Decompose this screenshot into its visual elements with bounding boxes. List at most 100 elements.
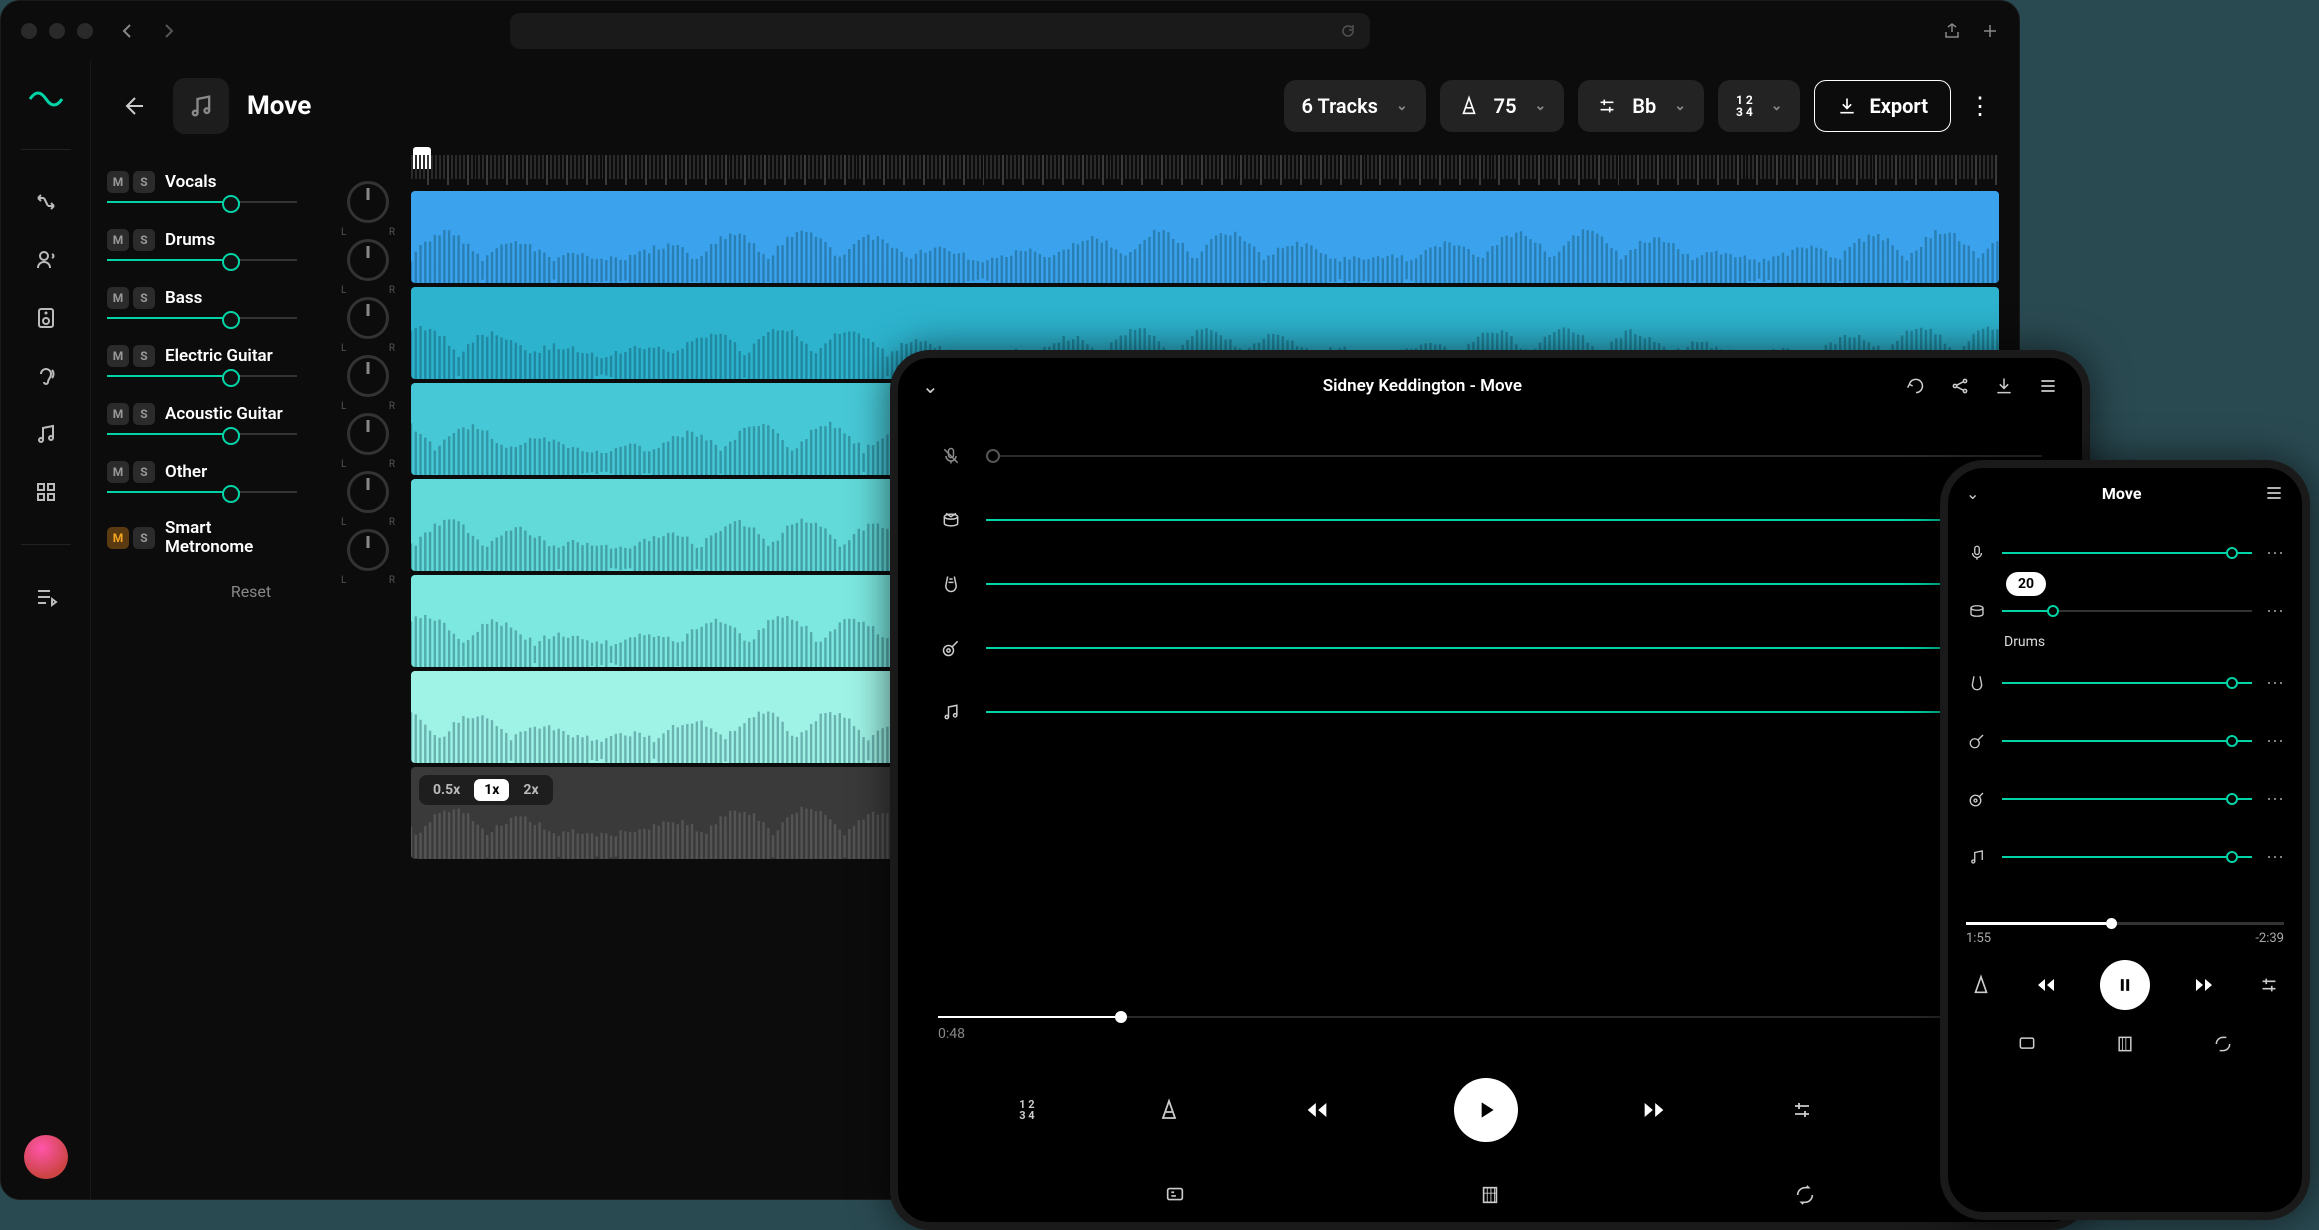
rewind-button[interactable] xyxy=(2034,973,2058,997)
tablet-slider[interactable] xyxy=(986,519,2042,521)
pan-knob[interactable] xyxy=(347,181,389,223)
volume-slider[interactable] xyxy=(107,201,297,203)
volume-slider[interactable] xyxy=(107,491,297,493)
forward-button[interactable] xyxy=(2192,973,2216,997)
chords-icon[interactable] xyxy=(1479,1184,1501,1206)
speed-one[interactable]: 1x xyxy=(474,779,509,801)
undo-icon[interactable] xyxy=(1906,376,1926,396)
acoustic-icon[interactable] xyxy=(1966,790,1988,808)
pan-knob[interactable] xyxy=(347,413,389,455)
solo-button[interactable]: S xyxy=(133,229,155,251)
mute-button[interactable]: M xyxy=(107,403,129,425)
tempo-selector[interactable]: 75⌄ xyxy=(1440,80,1565,132)
track-more-icon[interactable]: ⋯ xyxy=(2266,847,2284,868)
tablet-slider[interactable] xyxy=(986,455,2042,457)
timesig-button[interactable]: 1 23 4 xyxy=(1019,1099,1034,1121)
split-icon[interactable] xyxy=(34,190,58,214)
track-more-icon[interactable]: ⋯ xyxy=(2266,543,2284,564)
collapse-icon[interactable]: ⌄ xyxy=(1966,484,1979,503)
tuning-icon[interactable] xyxy=(2258,974,2280,996)
play-button[interactable] xyxy=(1454,1078,1518,1142)
solo-button[interactable]: S xyxy=(133,345,155,367)
solo-button[interactable]: S xyxy=(133,287,155,309)
waveform-vocals[interactable] xyxy=(411,191,1999,283)
solo-button[interactable]: S xyxy=(133,171,155,193)
track-more-icon[interactable]: ⋯ xyxy=(2266,673,2284,694)
download-icon[interactable] xyxy=(1994,376,2014,396)
voice-icon[interactable] xyxy=(34,248,58,272)
timesig-selector[interactable]: 1 23 4 ⌄ xyxy=(1718,80,1801,132)
volume-slider[interactable] xyxy=(107,433,297,435)
phone-progress[interactable]: 1:55-2:39 xyxy=(1948,922,2302,946)
window-controls[interactable] xyxy=(21,23,93,39)
guitar-icon[interactable] xyxy=(1966,732,1988,750)
mute-button[interactable]: M xyxy=(107,461,129,483)
bass-icon[interactable] xyxy=(938,574,964,594)
phone-slider[interactable] xyxy=(2002,740,2252,742)
bass-icon[interactable] xyxy=(1966,674,1988,692)
drums-icon[interactable] xyxy=(938,510,964,530)
pan-knob[interactable] xyxy=(347,297,389,339)
back-button[interactable] xyxy=(115,86,155,126)
volume-slider[interactable] xyxy=(107,375,297,377)
ear-icon[interactable] xyxy=(34,364,58,388)
pause-button[interactable] xyxy=(2100,960,2150,1010)
tablet-slider[interactable] xyxy=(986,647,2042,649)
menu-icon[interactable] xyxy=(2264,483,2284,503)
speaker-icon[interactable] xyxy=(34,306,58,330)
loop-icon[interactable] xyxy=(2213,1034,2233,1054)
phone-slider[interactable] xyxy=(2002,552,2252,554)
grid-icon[interactable] xyxy=(34,480,58,504)
mute-button[interactable]: M xyxy=(107,287,129,309)
mute-button[interactable]: M xyxy=(107,345,129,367)
more-menu[interactable]: ⋮ xyxy=(1965,92,1995,120)
track-more-icon[interactable]: ⋯ xyxy=(2266,731,2284,752)
speed-two[interactable]: 2x xyxy=(513,779,548,801)
mic-muted-icon[interactable] xyxy=(938,446,964,466)
metronome-icon[interactable] xyxy=(1157,1098,1181,1122)
tracks-selector[interactable]: 6 Tracks⌄ xyxy=(1284,80,1426,132)
volume-slider[interactable] xyxy=(107,317,297,319)
phone-slider[interactable] xyxy=(2002,798,2252,800)
track-more-icon[interactable]: ⋯ xyxy=(2266,601,2284,622)
pan-knob[interactable] xyxy=(347,239,389,281)
phone-slider[interactable] xyxy=(2002,610,2252,612)
music-icon[interactable] xyxy=(34,422,58,446)
playlist-icon[interactable] xyxy=(34,585,58,609)
phone-slider[interactable] xyxy=(2002,682,2252,684)
rewind-button[interactable] xyxy=(1303,1096,1331,1124)
speed-selector[interactable]: 0.5x 1x 2x xyxy=(419,775,553,805)
drums-icon[interactable] xyxy=(1966,602,1988,620)
track-more-icon[interactable]: ⋯ xyxy=(2266,789,2284,810)
user-avatar[interactable] xyxy=(24,1135,68,1179)
music-note-icon[interactable] xyxy=(938,702,964,722)
loop-icon[interactable] xyxy=(1794,1184,1816,1206)
key-selector[interactable]: Bb⌄ xyxy=(1578,80,1704,132)
mute-button[interactable]: M xyxy=(107,229,129,251)
browser-urlbar[interactable] xyxy=(510,13,1370,49)
music-note-icon[interactable] xyxy=(1966,848,1988,866)
lyrics-icon[interactable] xyxy=(2017,1034,2037,1054)
mute-button[interactable]: M xyxy=(107,171,129,193)
pan-knob[interactable] xyxy=(347,471,389,513)
browser-forward-icon[interactable] xyxy=(153,16,183,46)
collapse-icon[interactable]: ⌄ xyxy=(922,374,939,398)
guitar-icon[interactable] xyxy=(938,638,964,658)
mute-button[interactable]: M xyxy=(107,527,129,549)
phone-slider[interactable] xyxy=(2002,856,2252,858)
metronome-icon[interactable] xyxy=(1970,974,1992,996)
pan-knob[interactable] xyxy=(347,355,389,397)
reload-icon[interactable] xyxy=(1340,23,1356,39)
tablet-slider[interactable] xyxy=(986,583,2042,585)
tablet-slider[interactable] xyxy=(986,711,2042,713)
tuning-icon[interactable] xyxy=(1790,1098,1814,1122)
solo-button[interactable]: S xyxy=(133,461,155,483)
plus-icon[interactable] xyxy=(1981,22,1999,40)
share-icon[interactable] xyxy=(1950,376,1970,396)
pan-knob[interactable] xyxy=(347,529,389,571)
share-icon[interactable] xyxy=(1943,22,1961,40)
forward-button[interactable] xyxy=(1640,1096,1668,1124)
speed-half[interactable]: 0.5x xyxy=(423,779,470,801)
export-button[interactable]: Export xyxy=(1814,80,1951,132)
browser-back-icon[interactable] xyxy=(113,16,143,46)
